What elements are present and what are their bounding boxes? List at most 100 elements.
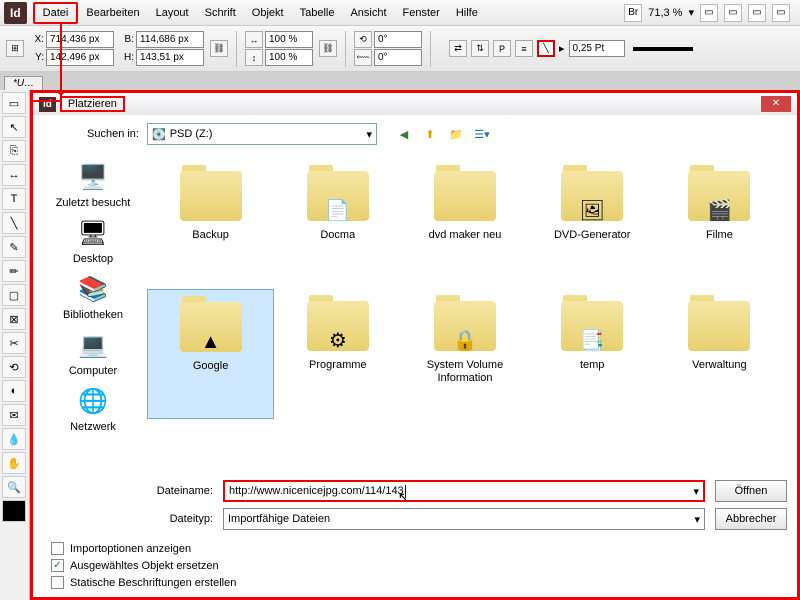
folder-dvd-generator[interactable]: 🖼DVD-Generator [529,159,656,289]
place-label: Zuletzt besucht [56,197,131,209]
zoom-value[interactable]: 71,3 % [648,7,682,19]
tool-scissors[interactable]: ✂ [2,332,26,354]
place-zuletzt-besucht[interactable]: 🖥️Zuletzt besucht [56,159,131,209]
filename-input[interactable]: http://www.nicenicejpg.com/114/143 ↖ ▾ [223,480,705,502]
place-desktop[interactable]: 🖥Desktop [73,215,113,265]
folder-label: Programme [309,359,366,372]
dialog-app-icon: Id [39,97,56,112]
h-input[interactable] [136,49,204,66]
open-button[interactable]: Öffnen [715,480,787,502]
view-icon-3[interactable]: ▭ [748,4,766,22]
tool-gap[interactable]: ↔ [2,164,26,186]
tool-pen[interactable]: ✎ [2,236,26,258]
folder-temp[interactable]: 📑temp [529,289,656,419]
tool-selection[interactable]: ▭ [2,92,26,114]
bridge-icon[interactable]: Br [624,4,642,22]
close-icon[interactable]: ✕ [761,96,791,112]
tool-page[interactable]: ⎘ [2,140,26,162]
scalex-input[interactable] [265,31,313,48]
rotate-input[interactable] [374,31,422,48]
stroke-style[interactable] [633,47,693,51]
tool-eyedropper[interactable]: 💧 [2,428,26,450]
scaley-input[interactable] [265,49,313,66]
align-icon[interactable]: ≡ [515,40,533,57]
link-wh-icon[interactable]: ⛓ [210,40,228,57]
place-icon: 🌐 [73,383,113,419]
cancel-button[interactable]: Abbrecher [715,508,787,530]
lookin-select[interactable]: 💽 PSD (Z:) ▾ [147,123,377,145]
stroke-input[interactable] [569,40,625,57]
folder-label: Google [193,360,228,373]
flip-h-icon[interactable]: ⇄ [449,40,467,57]
viewmode-icon[interactable]: ☰▾ [471,123,493,145]
y-label: Y: [30,52,44,63]
view-icon-4[interactable]: ▭ [772,4,790,22]
tool-line[interactable]: ╲ [2,212,26,234]
menubar: Id Datei Bearbeiten Layout Schrift Objek… [0,0,800,26]
chevron-down-icon: ▾ [366,128,372,141]
folder-programme[interactable]: ⚙Programme [274,289,401,419]
place-bibliotheken[interactable]: 📚Bibliotheken [63,271,123,321]
tool-frame[interactable]: ⊠ [2,308,26,330]
annotation-arrow [60,24,62,100]
folder-backup[interactable]: Backup [147,159,274,289]
filetype-label: Dateityp: [143,513,213,525]
menu-objekt[interactable]: Objekt [244,4,292,22]
tool-zoom[interactable]: 🔍 [2,476,26,498]
tool-type[interactable]: T [2,188,26,210]
w-input[interactable] [136,31,204,48]
menu-tabelle[interactable]: Tabelle [292,4,343,22]
filename-dd-icon[interactable]: ▾ [693,485,699,498]
folder-verwaltung[interactable]: Verwaltung [656,289,783,419]
menu-layout[interactable]: Layout [148,4,197,22]
newfolder-icon[interactable]: 📁 [445,123,467,145]
refpoint-icon[interactable]: ⊞ [6,40,24,57]
menu-schrift[interactable]: Schrift [197,4,244,22]
menu-datei[interactable]: Datei [33,2,79,24]
scaley-icon: ↕ [245,49,263,66]
shear-input[interactable] [374,49,422,66]
checkbox[interactable] [51,576,64,589]
link-scale-icon[interactable]: ⛓ [319,40,337,57]
tool-hand[interactable]: ✋ [2,452,26,474]
menu-fenster[interactable]: Fenster [395,4,448,22]
tool-gradient[interactable]: ◐ [2,380,26,402]
folder-google[interactable]: ▲Google [147,289,274,419]
filetype-dd-icon[interactable]: ▾ [694,513,700,526]
tool-rect[interactable]: ▢ [2,284,26,306]
back-icon[interactable]: ◀ [393,123,415,145]
stroke-arrow-icon[interactable]: ▸ [559,42,565,55]
place-computer[interactable]: 💻Computer [69,327,117,377]
flip-v-icon[interactable]: ⇅ [471,40,489,57]
file-grid: Backup📄Docmadvd maker neu🖼DVD-Generator🎬… [143,155,787,474]
scalex-icon: ↔ [245,31,263,48]
folder-docma[interactable]: 📄Docma [274,159,401,289]
view-icon-2[interactable]: ▭ [724,4,742,22]
char-icon[interactable]: P [493,40,511,57]
tool-transform[interactable]: ⟲ [2,356,26,378]
tool-direct[interactable]: ↖ [2,116,26,138]
lookin-label: Suchen in: [87,128,139,140]
folder-filme[interactable]: 🎬Filme [656,159,783,289]
fill-icon[interactable]: ╲ [537,40,555,57]
tool-pencil[interactable]: ✏ [2,260,26,282]
checkbox[interactable] [51,542,64,555]
folder-system-volume-information[interactable]: 🔒System Volume Information [401,289,528,419]
y-input[interactable] [46,49,114,66]
place-netzwerk[interactable]: 🌐Netzwerk [70,383,116,433]
view-icon-1[interactable]: ▭ [700,4,718,22]
menu-ansicht[interactable]: Ansicht [342,4,394,22]
tool-note[interactable]: ✉ [2,404,26,426]
filetype-select[interactable]: Importfähige Dateien ▾ [223,508,705,530]
menu-bearbeiten[interactable]: Bearbeiten [78,4,147,22]
tool-fill[interactable] [2,500,26,522]
menu-hilfe[interactable]: Hilfe [448,4,486,22]
x-input[interactable] [46,31,114,48]
folder-dvd-maker-neu[interactable]: dvd maker neu [401,159,528,289]
up-icon[interactable]: ⬆ [419,123,441,145]
toolbox: ▭ ↖ ⎘ ↔ T ╲ ✎ ✏ ▢ ⊠ ✂ ⟲ ◐ ✉ 💧 ✋ 🔍 [0,90,30,600]
places-bar: 🖥️Zuletzt besucht 🖥Desktop 📚Bibliotheken 💻C… [43,155,143,474]
checkbox[interactable]: ✓ [51,559,64,572]
document-tab[interactable]: *U… [4,76,43,90]
zoom-dd[interactable]: ▾ [688,6,694,19]
